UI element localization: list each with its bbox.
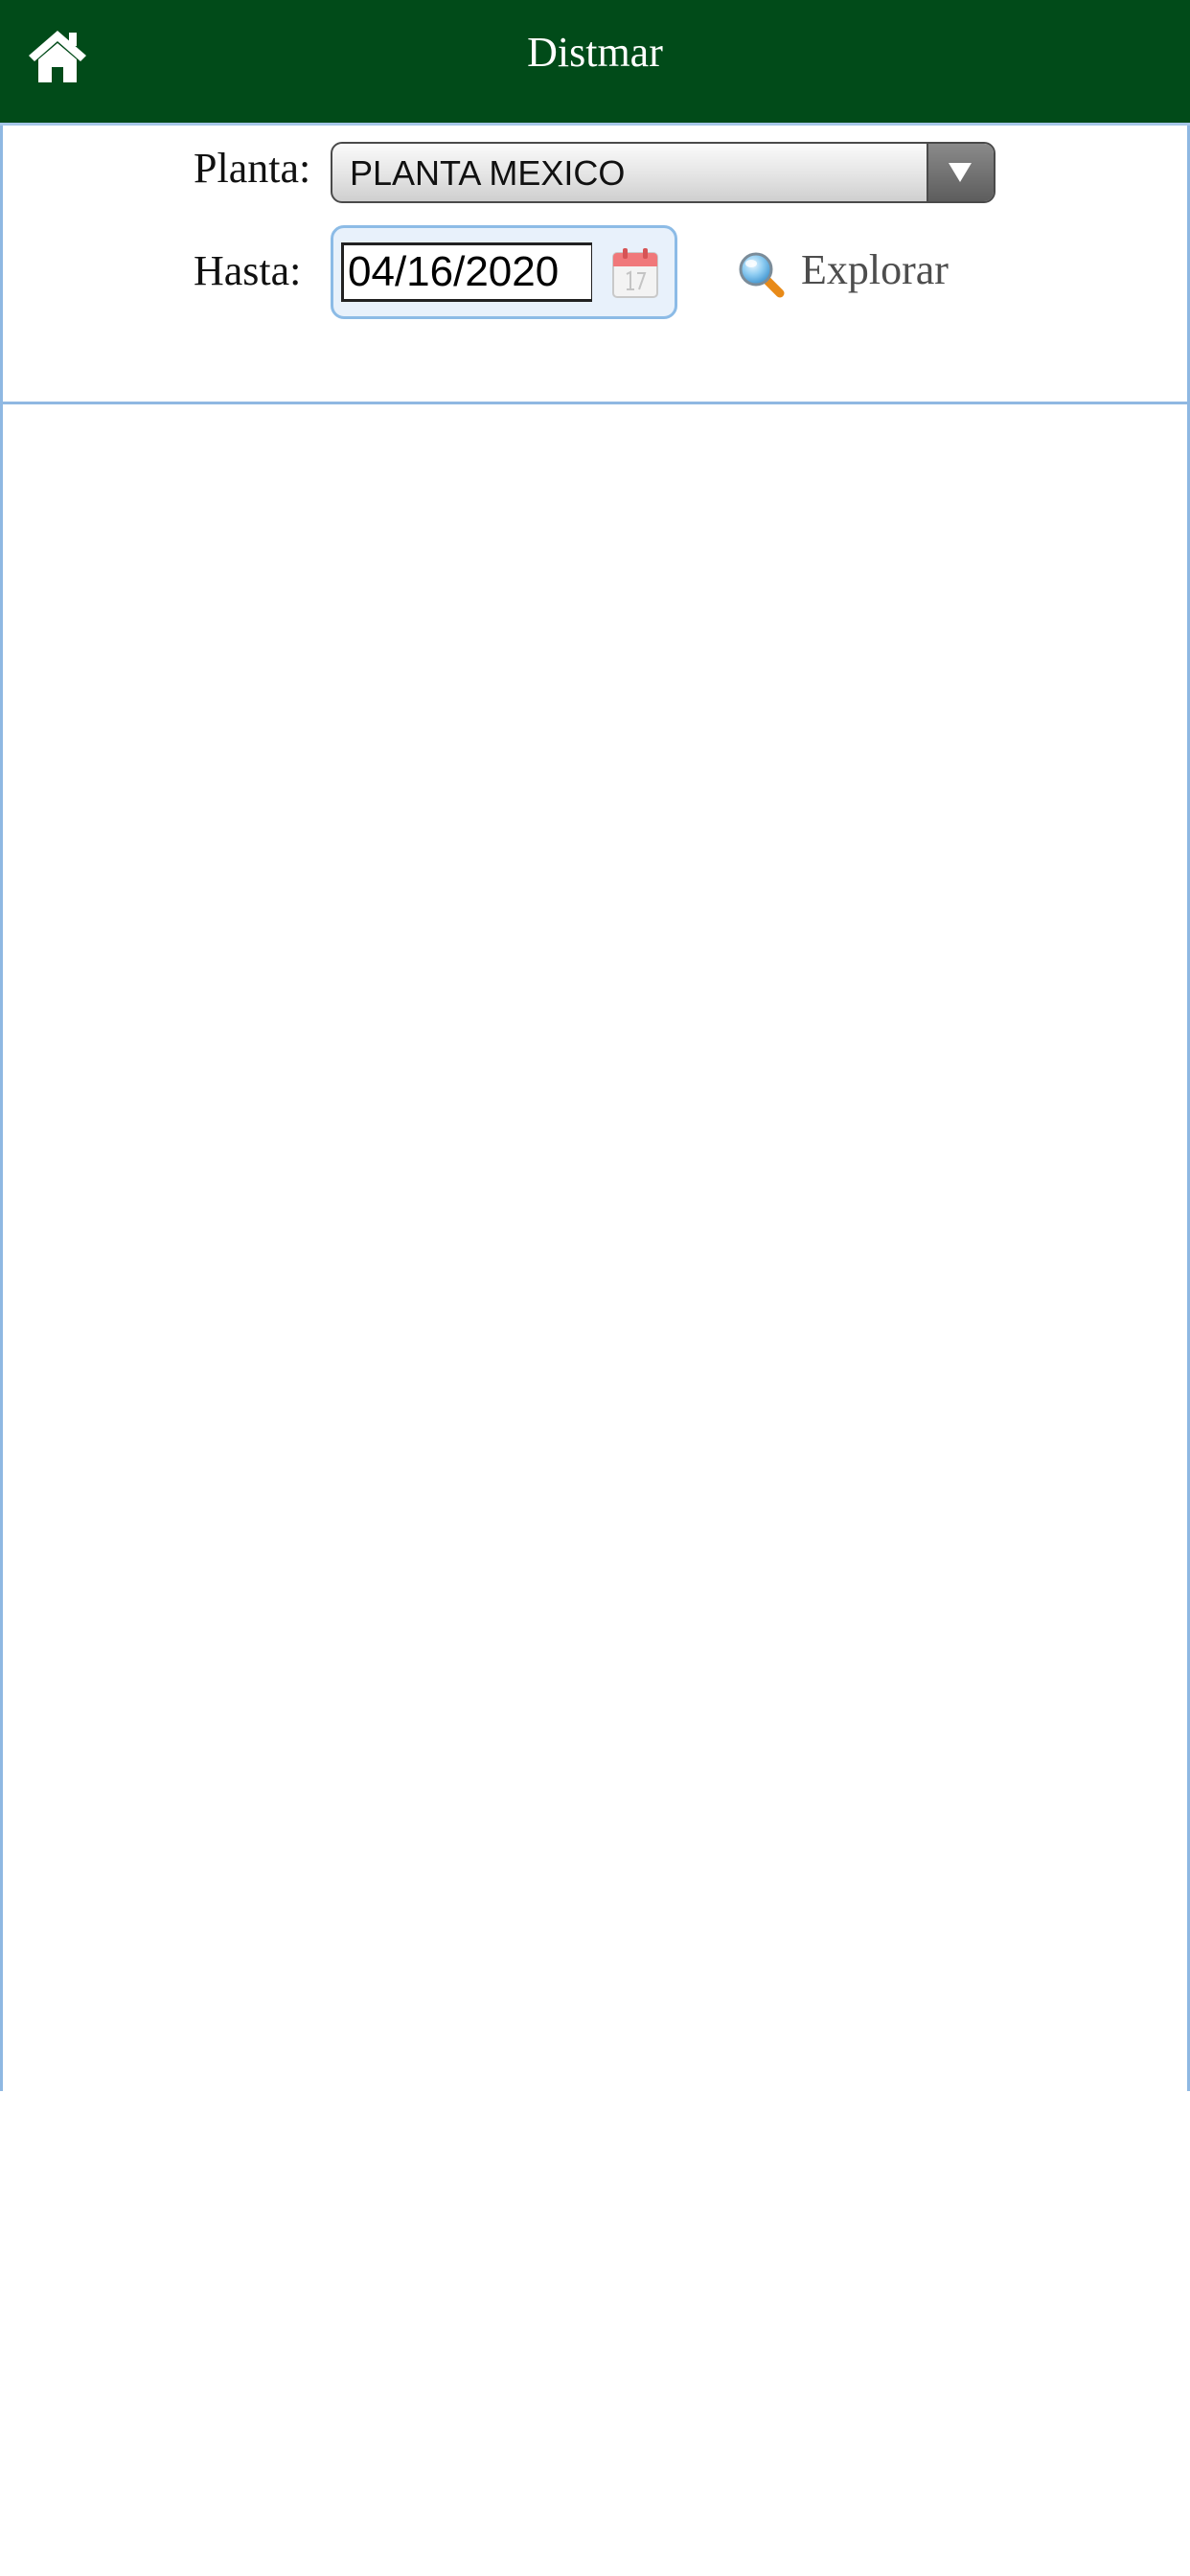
chevron-down-icon <box>927 144 994 201</box>
page-title: Distmar <box>527 29 663 76</box>
calendar-icon[interactable] <box>611 247 659 299</box>
results-panel <box>0 404 1190 2091</box>
planta-select-value: PLANTA MEXICO <box>350 153 626 193</box>
planta-label: Planta: <box>194 145 311 192</box>
planta-select[interactable]: PLANTA MEXICO <box>331 142 995 203</box>
hasta-label: Hasta: <box>194 247 302 294</box>
app-header: Distmar <box>0 0 1190 123</box>
hasta-date-input[interactable] <box>341 242 592 302</box>
date-picker <box>331 225 677 319</box>
magnifier-icon <box>736 249 786 299</box>
explorar-label: Explorar <box>801 246 949 293</box>
